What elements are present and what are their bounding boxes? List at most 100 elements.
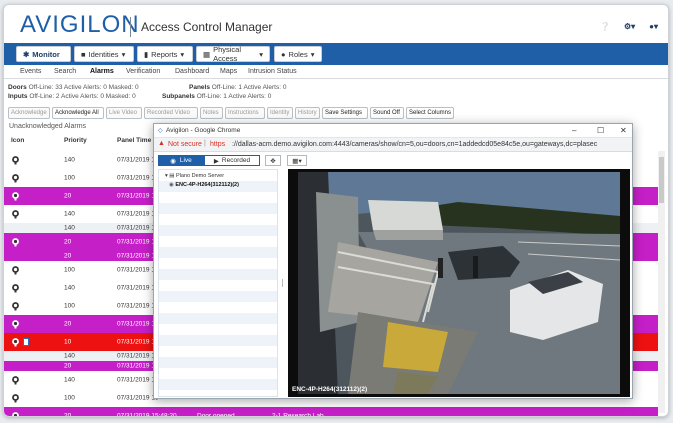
url-separator: | [204,140,206,147]
eye-icon: ◉ [170,157,176,165]
server-icon: ▤ [169,173,175,179]
tree-server-node[interactable]: ▾ ▤ Plano Demo Server [165,173,224,179]
live-button[interactable]: ◉ Live [158,155,204,166]
priority-cell: 20 [64,412,72,417]
alarm-camera-icon[interactable] [11,376,20,385]
video-camera-label: ENC-4P-H264(312112)(2) [292,386,368,393]
recorded-label: Recorded [221,157,251,164]
user-dropdown-icon[interactable]: ●▾ [649,22,658,31]
history-button[interactable]: History [295,107,320,119]
subnav-search[interactable]: Search [54,68,76,75]
header-divider [130,17,131,37]
notes-button[interactable]: Notes [200,107,223,119]
alarm-camera-icon[interactable] [11,412,20,416]
chevron-down-icon: ▾ [180,49,185,59]
live-video-button[interactable]: Live Video [106,107,142,119]
chevron-down-icon: ▾ [310,49,315,59]
menu-monitor[interactable]: ✱ Monitor [16,46,71,62]
column-priority[interactable]: Priority [64,137,87,144]
scrollbar-thumb[interactable] [659,157,664,203]
alarm-camera-icon[interactable] [11,238,20,247]
table-row[interactable]: 20 07/31/2019 15:48:20 Door opened 2-1 Rese… [4,407,658,417]
url-bar[interactable]: ▲ Not secure | https ://dallas-acm.demo.… [154,138,632,152]
alarm-camera-icon[interactable] [11,302,20,311]
alarm-camera-icon[interactable] [11,266,20,275]
priority-cell: 100 [64,174,75,182]
header-icons: ❔ ⚙▾ ●▾ [600,22,658,31]
panels-label: Panels [189,84,210,91]
priority-cell: 100 [64,302,75,310]
sub-navigation: Events Search Alarms Verification Dashbo… [4,65,668,79]
url-text: ://dallas-acm.demo.avigilon.com:4443/cam… [232,141,598,148]
tree-camera-node[interactable]: ◉ ENC-4P-H264(312112)(2) [169,182,239,188]
priority-cell: 20 [64,320,72,328]
menu-reports[interactable]: ▮ Reports ▾ [137,46,193,62]
priority-cell: 140 [64,224,75,232]
recorded-video-button[interactable]: Recorded Video [144,107,198,119]
chevron-down-icon: ▾ [259,49,263,59]
alarm-camera-icon[interactable] [11,394,20,403]
alarm-camera-icon[interactable] [11,210,20,219]
subnav-intrusion-status[interactable]: Intrusion Status [248,68,297,75]
splitter-grip [282,279,283,287]
subnav-verification[interactable]: Verification [126,68,160,75]
alarm-camera-icon[interactable] [11,174,20,183]
video-toolbar: ◉ Live ▶ Recorded ✥ ▦▾ [154,152,632,169]
close-icon[interactable]: ✕ [620,126,627,135]
subpanels-label: Subpanels [162,93,195,100]
popup-title: Avigilon - Google Chrome [166,127,241,134]
layout-button[interactable]: ▦▾ [287,155,307,166]
camera-feed-image [298,172,620,394]
menu-monitor-label: Monitor [32,49,60,59]
subnav-alarms[interactable]: Alarms [90,68,114,75]
subnav-dashboard[interactable]: Dashboard [175,68,209,75]
priority-cell: 10 [64,338,72,346]
popup-titlebar[interactable]: ◇ Avigilon - Google Chrome – ☐ ✕ [154,124,632,138]
event-cell: Door opened [197,412,235,417]
alarm-camera-icon[interactable] [11,192,20,201]
select-columns-button[interactable]: Select Columns [406,107,454,119]
note-icon[interactable] [23,338,29,346]
alarm-camera-icon[interactable] [11,156,20,165]
acknowledge-all-button[interactable]: Acknowledge All [52,107,104,119]
alarm-camera-icon[interactable] [11,284,20,293]
gear-dropdown-icon[interactable]: ⚙▾ [624,22,635,31]
menu-physical-access-label: Physical Access [213,45,242,63]
menu-identities[interactable]: ■ Identities ▾ [74,46,134,62]
minimize-icon[interactable]: – [572,126,576,135]
column-icon[interactable]: Icon [11,137,24,144]
bar-chart-icon: ▮ [144,49,149,59]
subnav-maps[interactable]: Maps [220,68,237,75]
priority-cell: 20 [64,192,72,200]
not-secure-label: Not secure [168,141,202,148]
alarm-camera-icon[interactable] [11,320,20,329]
menu-physical-access[interactable]: ▦ Physical Access ▾ [196,45,270,63]
acknowledge-button[interactable]: Acknowledge [8,107,50,119]
menu-roles[interactable]: ● Roles ▾ [274,46,322,62]
alarm-camera-icon[interactable] [11,338,20,347]
priority-cell: 140 [64,210,75,218]
maximize-icon[interactable]: ☐ [597,126,604,135]
main-menu: ✱ Monitor ■ Identities ▾ ▮ Reports ▾ ▦ P… [4,43,668,65]
play-icon: ▶ [213,157,219,165]
camera-popup-window[interactable]: ◇ Avigilon - Google Chrome – ☐ ✕ ▲ Not s… [153,123,633,399]
instructions-button[interactable]: Instructions [225,107,265,119]
priority-cell: 100 [64,266,75,274]
priority-cell: 20 [64,252,72,260]
alarm-scrollbar[interactable] [658,151,665,413]
recorded-button[interactable]: ▶ Recorded [204,155,260,166]
id-card-icon: ■ [81,49,86,59]
ptz-button[interactable]: ✥ [265,155,281,166]
identity-button[interactable]: Identity [267,107,293,119]
priority-cell: 140 [64,376,75,384]
app-header: AVIGILON Access Control Manager ❔ ⚙▾ ●▾ [4,5,668,45]
help-icon[interactable]: ❔ [600,22,610,31]
sound-off-button[interactable]: Sound Off [370,107,404,119]
save-settings-button[interactable]: Save Settings [322,107,368,119]
panel-splitter[interactable] [280,169,286,397]
priority-cell: 140 [64,352,75,360]
live-video-view[interactable]: ENC-4P-H264(312112)(2) [288,169,630,397]
subnav-events[interactable]: Events [20,68,41,75]
crosshair-icon: ✥ [270,157,276,165]
column-panel-time[interactable]: Panel Time [117,137,151,144]
